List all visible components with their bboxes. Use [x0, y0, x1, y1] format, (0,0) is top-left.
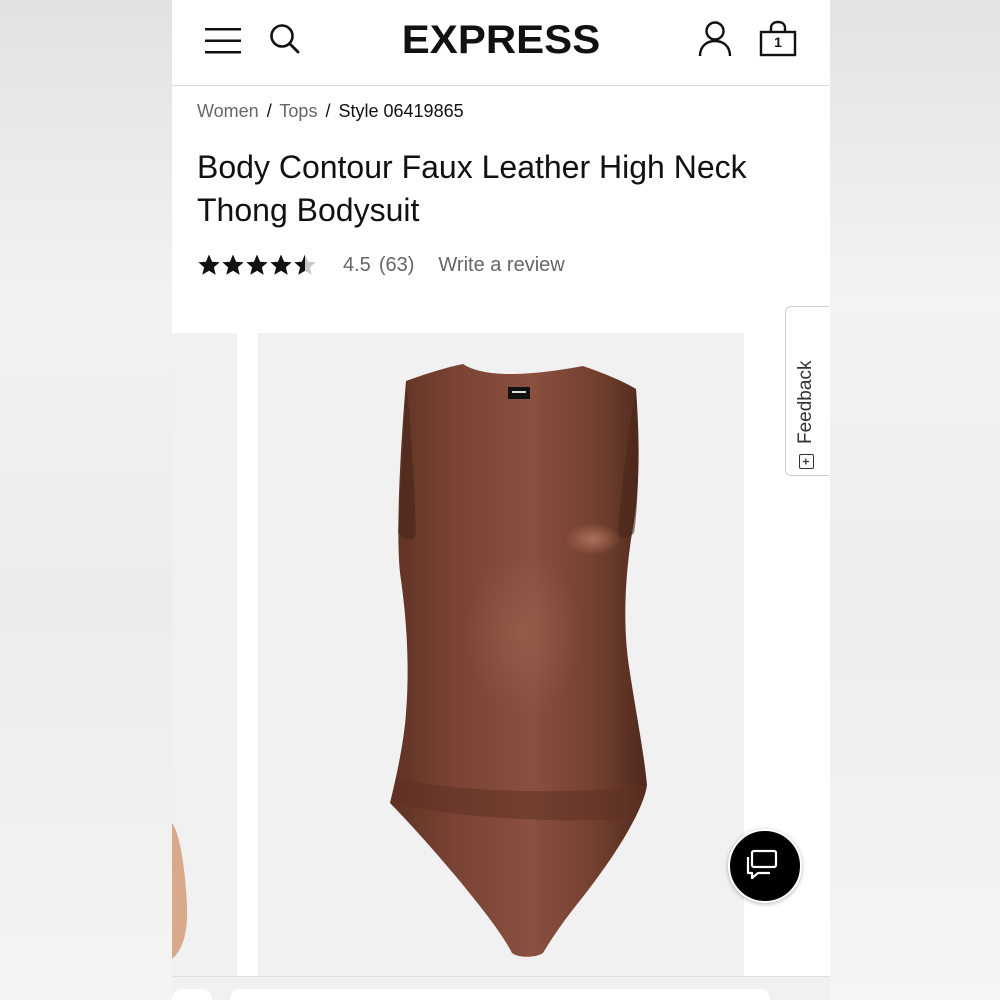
- breadcrumb-link-tops[interactable]: Tops: [279, 101, 317, 121]
- breadcrumb-current-style: Style 06419865: [338, 101, 464, 121]
- breadcrumb-separator: /: [325, 101, 331, 121]
- plus-box-icon: +: [798, 454, 814, 469]
- rating-row: 4.5 (63) Write a review: [197, 250, 565, 280]
- product-title: Body Contour Faux Leather High Neck Thon…: [197, 149, 747, 228]
- rating-value: 4.5: [343, 253, 371, 276]
- previous-product-image[interactable]: [172, 333, 237, 976]
- star-full-icon: [270, 254, 292, 275]
- bag-count-badge: 1: [774, 34, 782, 50]
- account-icon[interactable]: [697, 20, 733, 58]
- chat-bubbles-icon: [746, 849, 778, 880]
- product-image[interactable]: [258, 333, 744, 976]
- model-arm-image: [172, 823, 188, 959]
- feedback-label-wrap: + Feedback: [793, 319, 819, 469]
- breadcrumb: Women / Tops / Style 06419865: [197, 101, 464, 122]
- feedback-tab[interactable]: + Feedback: [785, 306, 829, 476]
- background-left: [0, 0, 172, 1000]
- breadcrumb-link-women[interactable]: Women: [197, 101, 259, 121]
- address-bar[interactable]: [230, 989, 770, 1000]
- breadcrumb-separator: /: [266, 101, 272, 121]
- mobile-page: EXPRESS 1 Women / Tops / Style 06419865 …: [172, 0, 830, 1000]
- feedback-label: Feedback: [795, 360, 816, 444]
- review-count[interactable]: (63): [379, 254, 415, 277]
- star-full-icon: [222, 254, 244, 275]
- write-review-link[interactable]: Write a review: [438, 254, 564, 277]
- bottom-browser-bar: [172, 976, 830, 1000]
- star-half-icon: [294, 254, 316, 275]
- chat-button[interactable]: [728, 829, 802, 903]
- site-header: EXPRESS 1: [172, 0, 830, 86]
- star-rating[interactable]: [197, 253, 317, 277]
- star-full-icon: [246, 254, 268, 275]
- bodysuit-image: [390, 364, 647, 957]
- background-right: [830, 0, 1000, 1000]
- browser-tab-button[interactable]: [172, 989, 212, 1000]
- star-full-icon: [198, 254, 220, 275]
